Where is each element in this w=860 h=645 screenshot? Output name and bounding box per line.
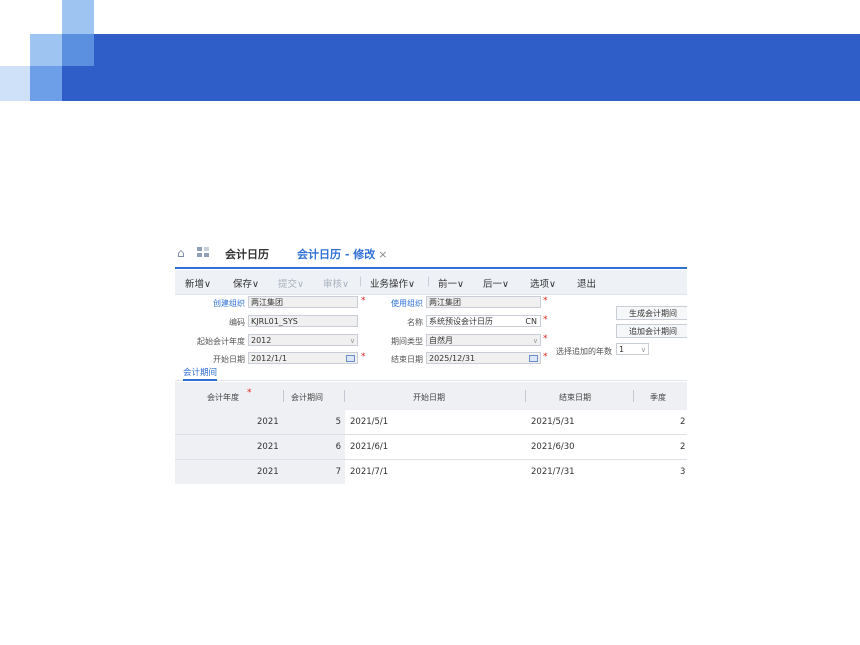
- table-header: 会计年度 * 会计期间 开始日期 结束日期 季度: [175, 382, 687, 410]
- column-header[interactable]: 会计年度: [207, 392, 239, 403]
- cell-quarter: 3: [680, 467, 686, 477]
- submit-button[interactable]: 提交∨: [278, 276, 304, 290]
- cell-period: 7: [335, 467, 341, 477]
- cell-start-date: 2021/5/1: [350, 417, 389, 427]
- home-icon[interactable]: ⌂: [177, 246, 185, 260]
- period-type-value: 自然月: [429, 336, 453, 345]
- start-date-value: 2012/1/1: [251, 354, 287, 363]
- end-date-value: 2025/12/31: [429, 354, 476, 363]
- business-ops-button[interactable]: 业务操作∨: [370, 276, 415, 290]
- apps-grid-icon[interactable]: [197, 247, 209, 258]
- required-mark: *: [247, 388, 252, 398]
- code-field[interactable]: KJRL01_SYS: [248, 315, 358, 327]
- cell-quarter: 2: [680, 417, 686, 427]
- tab-calendar-edit-label: 会计日历 - 修改: [297, 248, 376, 261]
- start-date-field[interactable]: 2012/1/1: [248, 352, 358, 364]
- new-button[interactable]: 新增∨: [185, 276, 211, 290]
- cell-start-date: 2021/7/1: [350, 467, 389, 477]
- cell-year: 2021: [257, 467, 279, 477]
- toolbar-divider: |: [427, 276, 431, 287]
- code-label: 编码: [229, 318, 245, 327]
- generate-periods-button[interactable]: 生成会计期间: [616, 306, 687, 320]
- append-periods-button[interactable]: 追加会计期间: [616, 324, 687, 338]
- calendar-icon[interactable]: [529, 355, 538, 362]
- calendar-icon[interactable]: [346, 355, 355, 362]
- required-mark: *: [543, 334, 548, 344]
- close-icon[interactable]: ×: [378, 248, 387, 261]
- end-date-field[interactable]: 2025/12/31: [426, 352, 541, 364]
- name-label: 名称: [407, 318, 423, 327]
- period-type-select[interactable]: 自然月 ∨: [426, 334, 541, 346]
- required-mark: *: [543, 315, 548, 325]
- create-org-label[interactable]: 创建组织: [195, 298, 245, 309]
- tab-calendar[interactable]: 会计日历: [225, 246, 269, 262]
- decor-square: [62, 0, 94, 34]
- append-years-value: 1: [619, 345, 625, 354]
- toolbar-divider: |: [359, 276, 363, 287]
- decor-square: [30, 66, 62, 101]
- start-year-select[interactable]: 2012 ∨: [248, 334, 358, 346]
- cell-end-date: 2021/7/31: [531, 467, 575, 477]
- cell-period: 5: [335, 417, 341, 427]
- tab-accounting-periods[interactable]: 会计期间: [183, 366, 218, 381]
- required-mark: *: [543, 352, 548, 362]
- subtab-bar: 会计期间: [175, 364, 687, 381]
- column-header[interactable]: 开始日期: [413, 392, 445, 403]
- audit-button[interactable]: 审核∨: [323, 276, 349, 290]
- cell-end-date: 2021/5/31: [531, 417, 575, 427]
- required-mark: *: [543, 296, 548, 306]
- previous-button[interactable]: 前一∨: [438, 276, 464, 290]
- column-header[interactable]: 会计期间: [291, 392, 323, 403]
- language-tag[interactable]: CN: [525, 316, 537, 326]
- header-banner: [62, 34, 860, 101]
- cell-year: 2021: [257, 442, 279, 452]
- use-org-field[interactable]: 两江集团: [426, 296, 541, 308]
- tab-calendar-edit[interactable]: 会计日历 - 修改 ×: [297, 246, 387, 262]
- append-years-label: 选择追加的年数: [556, 347, 612, 356]
- exit-button[interactable]: 退出: [577, 276, 596, 290]
- table-row[interactable]: 2021 7 2021/7/1 2021/7/31 3: [175, 460, 687, 484]
- cell-end-date: 2021/6/30: [531, 442, 575, 452]
- options-button[interactable]: 选项∨: [530, 276, 556, 290]
- column-header[interactable]: 季度: [650, 392, 666, 403]
- decor-square: [62, 34, 94, 66]
- cell-year: 2021: [257, 417, 279, 427]
- name-value: 系统预设会计日历: [429, 317, 493, 326]
- decor-square: [0, 66, 30, 101]
- append-years-select[interactable]: 1 ∨: [616, 343, 649, 355]
- chevron-down-icon[interactable]: ∨: [350, 335, 355, 345]
- start-year-value: 2012: [251, 336, 272, 345]
- tab-bar: ⌂ 会计日历 会计日历 - 修改 ×: [175, 240, 687, 269]
- decor-square: [30, 34, 62, 66]
- column-header[interactable]: 结束日期: [559, 392, 591, 403]
- cell-start-date: 2021/6/1: [350, 442, 389, 452]
- next-button[interactable]: 后一∨: [483, 276, 509, 290]
- table-row[interactable]: 2021 6 2021/6/1 2021/6/30 2: [175, 435, 687, 460]
- table-row[interactable]: 2021 5 2021/5/1 2021/5/31 2: [175, 410, 687, 435]
- chevron-down-icon[interactable]: ∨: [533, 335, 538, 345]
- use-org-label[interactable]: 使用组织: [375, 298, 423, 309]
- required-mark: *: [361, 296, 366, 306]
- cell-quarter: 2: [680, 442, 686, 452]
- period-type-label: 期间类型: [391, 337, 423, 346]
- app-screenshot: ⌂ 会计日历 会计日历 - 修改 × 新增∨ 保存∨ 提交∨ 审核∨ | 业务操作…: [175, 240, 687, 484]
- required-mark: *: [361, 352, 366, 362]
- create-org-field[interactable]: 两江集团: [248, 296, 358, 308]
- save-button[interactable]: 保存∨: [233, 276, 259, 290]
- cell-period: 6: [335, 442, 341, 452]
- toolbar: 新增∨ 保存∨ 提交∨ 审核∨ | 业务操作∨ | 前一∨ 后一∨ 选项∨ 退出: [175, 270, 687, 295]
- start-year-label: 起始会计年度: [197, 337, 245, 346]
- name-field[interactable]: 系统预设会计日历 CN: [426, 315, 541, 327]
- chevron-down-icon[interactable]: ∨: [641, 344, 646, 354]
